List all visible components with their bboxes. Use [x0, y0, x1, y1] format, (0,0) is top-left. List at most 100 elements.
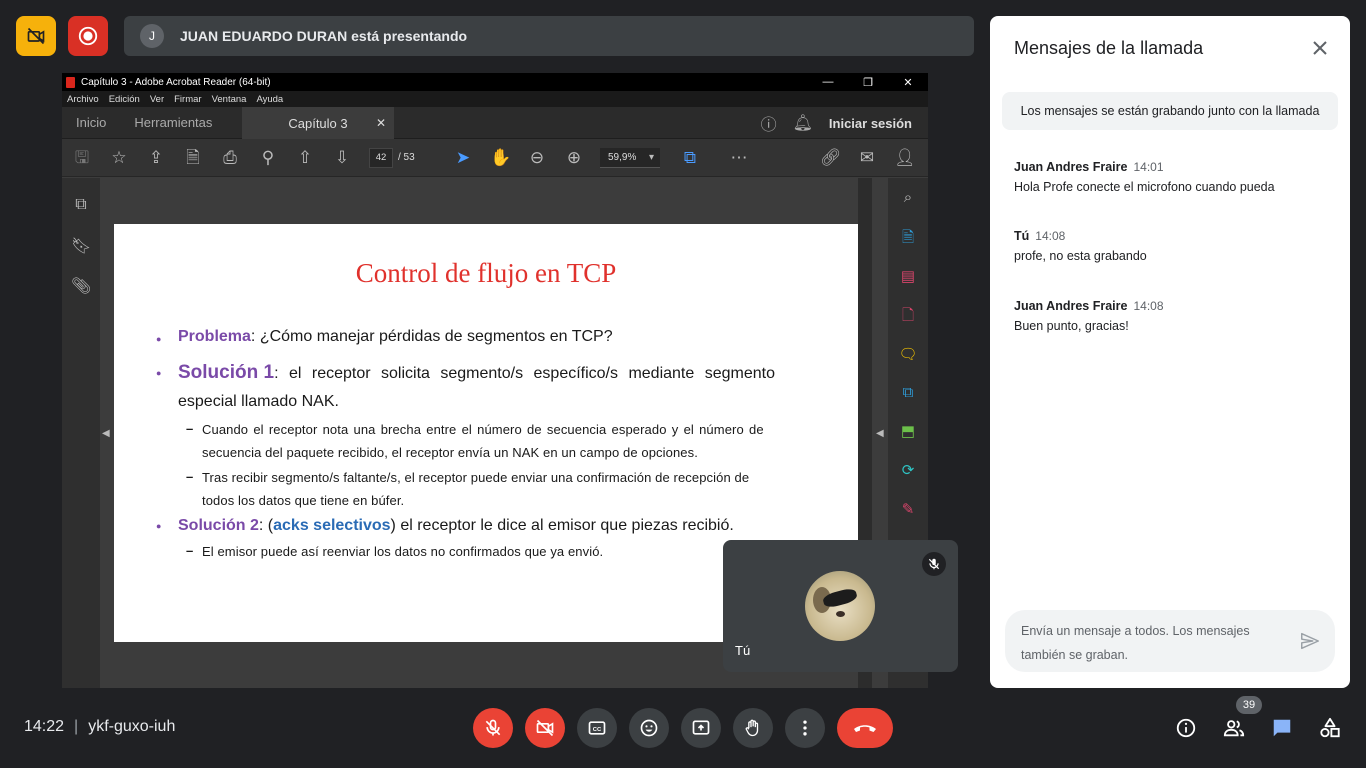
menu-ayuda[interactable]: Ayuda: [256, 94, 283, 105]
page-total: / 53: [398, 152, 415, 163]
hand-tool-icon[interactable]: ✋: [490, 148, 511, 168]
raise-hand-button[interactable]: [733, 708, 773, 748]
organize-pages-icon[interactable]: ▤: [898, 267, 918, 287]
sub1-line-b: secuencia del paquete recibido, el recep…: [202, 445, 698, 460]
camera-off-indicator-button[interactable]: [16, 16, 56, 56]
acrobat-menubar: Archivo Edición Ver Firmar Ventana Ayuda: [62, 91, 928, 107]
close-window-icon[interactable]: ✕: [888, 73, 928, 91]
menu-edicion[interactable]: Edición: [109, 94, 140, 105]
meeting-details-button[interactable]: [1174, 716, 1198, 740]
zoom-out-icon[interactable]: ⊖: [527, 148, 547, 168]
page-number-input[interactable]: 42: [369, 148, 393, 168]
help-icon[interactable]: ⓘ: [761, 111, 777, 135]
scan-ocr-icon[interactable]: ⟳: [898, 461, 918, 481]
acks-selectivos: acks selectivos: [273, 517, 391, 534]
zoom-in-icon[interactable]: ⊕: [564, 148, 584, 168]
recording-button[interactable]: [68, 16, 108, 56]
chat-title: Mensajes de la llamada: [1014, 38, 1204, 58]
minimize-icon[interactable]: —: [808, 73, 848, 91]
acrobat-window-title: Capítulo 3 - Adobe Acrobat Reader (64-bi…: [81, 76, 271, 88]
tab-document-label: Capítulo 3: [288, 115, 348, 131]
leave-call-button[interactable]: [837, 708, 893, 748]
problem-text: : ¿Cómo manejar pérdidas de segmentos en…: [250, 328, 613, 345]
attachments-icon[interactable]: 📎︎: [71, 276, 91, 296]
slide-solution2-line: Solución 2: (acks selectivos) el recepto…: [178, 517, 734, 535]
chat-panel: Mensajes de la llamada Los mensajes se e…: [990, 16, 1350, 688]
upload-cloud-icon[interactable]: ⇪: [146, 148, 166, 168]
tab-herramientas[interactable]: Herramientas: [120, 106, 226, 138]
search-zoom-icon[interactable]: ⌕: [898, 188, 918, 208]
export-pdf-icon[interactable]: 🗎: [898, 228, 918, 248]
add-user-icon[interactable]: 👤︎: [894, 148, 916, 168]
page-thumbnails-icon[interactable]: ⧉: [71, 196, 91, 216]
self-video-tile[interactable]: Tú: [723, 540, 958, 672]
activities-button[interactable]: [1318, 716, 1342, 740]
share-link-icon[interactable]: 🔗︎: [820, 148, 842, 168]
fill-sign-icon[interactable]: ✎: [898, 500, 918, 520]
current-time: 14:22: [24, 718, 65, 735]
acrobat-tabs: Inicio Herramientas Capítulo 3 ✕ ⓘ 🔔︎ In…: [62, 107, 928, 139]
tab-document[interactable]: Capítulo 3 ✕: [242, 107, 394, 139]
more-tools-icon[interactable]: ⋯: [729, 148, 749, 168]
email-icon[interactable]: ✉: [857, 148, 877, 168]
menu-archivo[interactable]: Archivo: [67, 94, 99, 105]
bell-icon[interactable]: 🔔︎: [793, 113, 813, 133]
chat-icon: [1273, 719, 1291, 737]
sign-in-button[interactable]: Iniciar sesión: [829, 116, 912, 131]
menu-firmar[interactable]: Firmar: [174, 94, 201, 105]
create-pdf-icon[interactable]: 🗋: [898, 306, 918, 326]
present-screen-button[interactable]: [681, 708, 721, 748]
presenting-banner: J JUAN EDUARDO DURAN está presentando: [124, 16, 974, 56]
combine-files-icon[interactable]: ⧉: [898, 383, 918, 403]
reactions-button[interactable]: [629, 708, 669, 748]
more-options-button[interactable]: [785, 708, 825, 748]
zoom-out-search-icon[interactable]: ⚲: [258, 148, 278, 168]
compress-icon[interactable]: ⬒: [898, 422, 918, 442]
bookmark-star-icon[interactable]: ☆: [109, 148, 129, 168]
bookmarks-icon[interactable]: 🔖︎: [71, 236, 91, 256]
page-down-icon[interactable]: ⇩: [332, 148, 352, 168]
close-tab-icon[interactable]: ✕: [376, 116, 386, 130]
tab-inicio[interactable]: Inicio: [62, 106, 120, 138]
comment-icon[interactable]: 🗨: [898, 345, 918, 365]
sub3-line: El emisor puede así reenviar los datos n…: [202, 544, 604, 559]
microphone-toggle-button[interactable]: [473, 708, 513, 748]
info-icon: [1176, 718, 1196, 738]
hand-icon: [745, 719, 759, 737]
save-icon[interactable]: 🖫: [72, 148, 92, 168]
slide-title: Control de flujo en TCP: [355, 258, 617, 288]
acrobat-logo-icon: [66, 76, 75, 88]
menu-ventana[interactable]: Ventana: [212, 94, 247, 105]
page-up-icon[interactable]: ⇧: [295, 148, 315, 168]
chat-message: Tú 14:08 profe, no esta grabando: [1014, 229, 1334, 263]
message-time: 14:01: [1133, 160, 1164, 174]
left-rail: ⧉ 🔖︎ 📎︎: [62, 178, 100, 688]
close-chat-button[interactable]: [1308, 36, 1332, 60]
zoom-select[interactable]: 59,9%: [600, 148, 660, 168]
avatar-nose: [836, 611, 845, 617]
page-display-icon[interactable]: ⧉: [680, 148, 700, 168]
close-icon: [1313, 41, 1327, 55]
collapse-right-icon[interactable]: ◀: [876, 428, 884, 439]
chat-input-field[interactable]: Envía un mensaje a todos. Los mensajes t…: [1005, 610, 1335, 672]
restore-icon[interactable]: ❐: [848, 73, 888, 91]
presenter-avatar: J: [140, 24, 164, 48]
solution2-text: ) el receptor le dice al emisor que piez…: [390, 517, 734, 534]
captions-button[interactable]: CC: [577, 708, 617, 748]
print-icon[interactable]: ⎙: [220, 148, 240, 168]
participants-button[interactable]: [1222, 716, 1246, 740]
acrobat-header-right: ⓘ 🔔︎ Iniciar sesión: [761, 107, 912, 139]
acrobat-titlebar: Capítulo 3 - Adobe Acrobat Reader (64-bi…: [62, 73, 928, 91]
collapse-left-icon[interactable]: ◀: [102, 428, 110, 439]
menu-ver[interactable]: Ver: [150, 94, 164, 105]
camera-toggle-button[interactable]: [525, 708, 565, 748]
meeting-code: ykf-guxo-iuh: [88, 718, 176, 735]
send-button[interactable]: [1299, 630, 1321, 652]
select-cursor-icon[interactable]: ➤: [453, 148, 473, 168]
recording-note: Los mensajes se están grabando junto con…: [1002, 92, 1338, 130]
chat-button[interactable]: [1270, 716, 1294, 740]
acrobat-toolbar: 🖫 ☆ ⇪ 🗎 ⎙ ⚲ ⇧ ⇩ 42 / 53 ➤ ✋ ⊖ ⊕ 59,9% ⧉ …: [62, 139, 928, 177]
video-off-icon: [27, 27, 45, 45]
protect-file-icon[interactable]: 🗎: [183, 148, 203, 168]
sub2-line-b: todos los datos que tiene en búfer.: [202, 493, 405, 508]
